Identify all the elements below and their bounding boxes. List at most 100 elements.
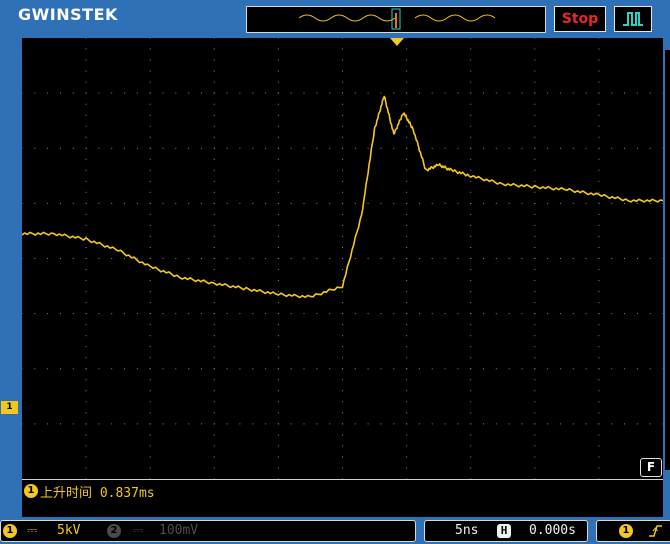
grid-dot <box>470 202 472 204</box>
grid-dot <box>162 202 164 204</box>
waveform-display[interactable] <box>21 37 664 480</box>
grid-dot <box>470 302 472 304</box>
grid-dot <box>624 147 625 149</box>
grid-dot <box>598 445 600 447</box>
grid-dot <box>470 346 472 348</box>
horizontal-settings[interactable]: 5ns H 0.000s <box>424 520 588 542</box>
grid-dot <box>406 346 408 348</box>
grid-dot <box>124 258 126 259</box>
grid-dot <box>393 313 395 315</box>
grid-dot <box>85 114 87 116</box>
grid-dot <box>431 423 433 425</box>
grid-dot <box>47 147 49 149</box>
waveform-overview[interactable] <box>246 6 546 33</box>
channel1-ground-marker[interactable]: 1 <box>1 401 18 414</box>
grid-dot <box>534 346 536 348</box>
grid-dot <box>406 147 408 149</box>
grid-dot <box>85 180 87 182</box>
grid-dot <box>534 37 536 39</box>
grid-dot <box>342 390 343 392</box>
grid-dot <box>213 467 215 469</box>
grid-dot <box>342 235 343 237</box>
side-menu-strip <box>665 50 670 470</box>
grid-dot <box>598 202 600 204</box>
grid-dot <box>213 302 215 304</box>
grid-dot <box>534 302 536 304</box>
grid-dot <box>508 423 510 425</box>
vertical-settings[interactable]: 1 ⎓ 5kV 2 ⎓ 100mV <box>0 520 416 542</box>
grid-dot <box>521 147 523 149</box>
grid-dot <box>534 313 536 315</box>
grid-dot <box>406 368 408 370</box>
grid-dot <box>636 313 638 315</box>
grid-dot <box>624 258 625 259</box>
grid-dot <box>213 335 215 337</box>
grid-dot <box>624 368 625 370</box>
grid-dot <box>418 202 420 204</box>
grid-dot <box>483 368 484 370</box>
grid-dot <box>495 92 497 94</box>
grid-dot <box>47 202 49 204</box>
grid-dot <box>470 81 472 83</box>
grid-dot <box>213 379 215 381</box>
grid-dot <box>572 202 574 204</box>
grid-dot <box>149 37 151 39</box>
grid-dot <box>662 423 664 425</box>
grid-dot <box>559 258 561 259</box>
grid-dot <box>470 247 472 248</box>
grid-dot <box>662 92 664 94</box>
grid-dot <box>290 202 292 204</box>
grid-dot <box>636 92 638 94</box>
run-stop-status[interactable]: Stop <box>554 6 606 32</box>
grid-dot <box>521 202 523 204</box>
grid-dot <box>431 258 433 259</box>
grid-dot <box>354 313 356 315</box>
grid-dot <box>213 423 215 425</box>
grid-dot <box>406 456 408 458</box>
grid-dot <box>149 81 151 83</box>
grid-dot <box>213 136 215 138</box>
pulse-trigger-icon <box>623 12 643 26</box>
grid-dot <box>290 368 292 370</box>
grid-dot <box>21 147 23 149</box>
grid-dot <box>508 258 510 259</box>
grid-dot <box>547 368 549 370</box>
grid-dot <box>342 169 343 171</box>
grid-dot <box>534 390 536 392</box>
grid-dot <box>342 291 343 293</box>
grid-dot <box>175 313 177 315</box>
grid-dot <box>277 202 279 204</box>
dc-coupling-icon: ⎓ <box>27 523 38 538</box>
grid-dot <box>342 136 343 138</box>
grid-dot <box>72 368 74 370</box>
grid-dot <box>252 258 254 259</box>
grid-dot <box>534 235 536 237</box>
grid-dot <box>470 313 472 315</box>
grid-dot <box>354 202 356 204</box>
grid-dot <box>406 401 408 403</box>
grid-dot <box>124 92 126 94</box>
grid-dot <box>598 191 600 193</box>
grid-dot <box>611 147 613 149</box>
grid-dot <box>470 401 472 403</box>
grid-dot <box>85 158 87 160</box>
grid-dot <box>162 92 164 94</box>
grid-dot <box>277 368 279 370</box>
grid-dot <box>342 445 343 447</box>
trigger-position-marker[interactable] <box>390 38 404 46</box>
grid-dot <box>213 191 215 193</box>
trigger-settings[interactable]: 1 <box>596 520 670 542</box>
grid-dot <box>406 48 408 50</box>
grid-dot <box>149 434 151 436</box>
grid-dot <box>406 158 408 160</box>
grid-dot <box>149 445 151 447</box>
grid-dot <box>534 114 536 116</box>
grid-dot <box>201 202 202 204</box>
trigger-type-indicator[interactable] <box>614 6 652 32</box>
grid-dot <box>598 48 600 50</box>
grid-dot <box>367 147 369 149</box>
grid-dot <box>342 37 343 39</box>
grid-dot <box>547 147 549 149</box>
grid-dot <box>149 147 151 149</box>
grid-dot <box>265 92 267 94</box>
